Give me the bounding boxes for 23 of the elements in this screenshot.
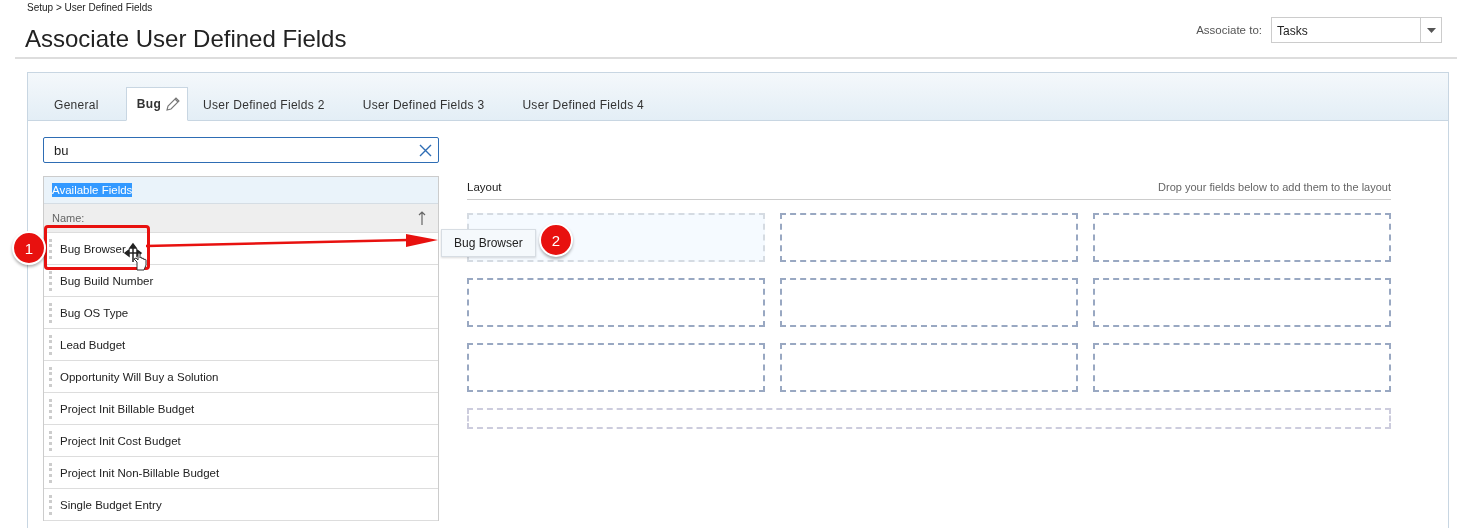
search-field[interactable]: bu (43, 137, 439, 163)
associate-label: Associate to: (1196, 24, 1262, 36)
drag-chip: Bug Browser (441, 229, 536, 257)
tab[interactable]: User Defined Fields 2 (188, 88, 340, 121)
field-item[interactable]: Project Init Cost Budget (44, 425, 438, 457)
field-item[interactable]: Project Init Non-Billable Budget (44, 457, 438, 489)
tab[interactable]: User Defined Fields 3 (347, 88, 500, 121)
field-item[interactable]: Project Init Billable Budget (44, 393, 438, 425)
field-item[interactable]: Single Budget Entry (44, 489, 438, 521)
breadcrumb: Setup > User Defined Fields (27, 2, 154, 13)
tab[interactable]: Bug (125, 87, 189, 121)
associate-dropdown[interactable]: Tasks (1271, 17, 1442, 43)
step-badge: 1 (12, 231, 46, 265)
layout-hint: Drop your fields below to add them to the layout (1158, 181, 1391, 193)
column-header[interactable]: Name: (44, 204, 438, 233)
field-item[interactable]: Bug OS Type (44, 297, 438, 329)
tab[interactable]: General (39, 88, 114, 121)
page-title: Associate User Defined Fields (25, 25, 347, 53)
field-item[interactable]: Lead Budget (44, 329, 438, 361)
field-item[interactable]: Opportunity Will Buy a Solution (44, 361, 438, 393)
tab[interactable]: User Defined Fields 4 (507, 88, 660, 121)
layout-title: Layout (467, 181, 502, 193)
list-title: Available Fields (52, 183, 133, 197)
